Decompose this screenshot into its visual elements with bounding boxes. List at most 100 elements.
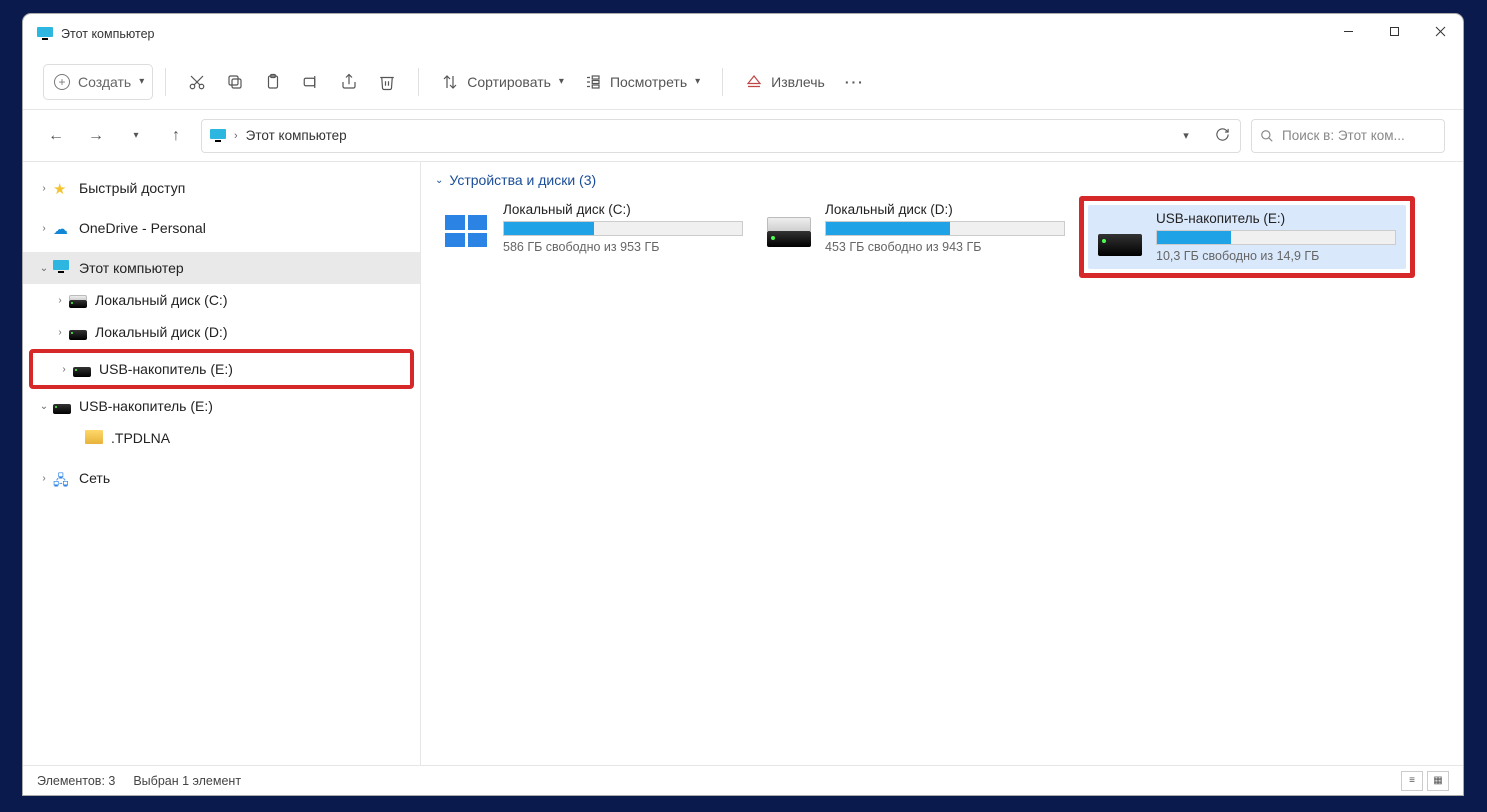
search-icon [1260, 129, 1274, 143]
chevron-down-icon: ▾ [139, 76, 144, 87]
address-bar[interactable]: › Этот компьютер ▾ [201, 119, 1241, 153]
sidebar-network[interactable]: › 🖧 Сеть [23, 462, 420, 494]
chevron-right-icon: › [35, 183, 53, 194]
drive-name: Локальный диск (D:) [825, 202, 1065, 217]
chevron-right-icon: › [35, 223, 53, 234]
sort-icon [441, 73, 459, 91]
nav-label: USB-накопитель (E:) [99, 361, 233, 377]
copy-icon [226, 73, 244, 91]
usb-drive-icon [73, 361, 91, 377]
nav-label: Локальный диск (C:) [95, 292, 228, 308]
drive-usage-bar [1156, 230, 1396, 245]
cloud-icon: ☁ [53, 220, 71, 236]
usb-drive-icon [1098, 218, 1142, 256]
chevron-right-icon: › [51, 327, 69, 338]
address-dropdown[interactable]: ▾ [1172, 129, 1200, 142]
cut-button[interactable] [178, 64, 216, 100]
details-view-button[interactable]: ≡ [1401, 771, 1423, 791]
drive-info: 586 ГБ свободно из 953 ГБ [503, 240, 743, 254]
this-pc-icon [37, 27, 53, 41]
more-icon: ··· [845, 74, 865, 90]
status-selected: Выбран 1 элемент [133, 774, 241, 788]
breadcrumb-sep: › [234, 130, 238, 142]
sidebar-this-pc[interactable]: ⌄ Этот компьютер [23, 252, 420, 284]
eject-icon [745, 73, 763, 91]
view-button[interactable]: Посмотреть ▾ [574, 64, 710, 100]
trash-icon [378, 73, 396, 91]
nav-label: Сеть [79, 470, 110, 486]
drive-item-d[interactable]: Локальный диск (D:) 453 ГБ свободно из 9… [757, 196, 1075, 260]
breadcrumb-root[interactable]: Этот компьютер [246, 128, 347, 143]
sort-button[interactable]: Сортировать ▾ [431, 64, 574, 100]
folder-icon [85, 430, 103, 446]
close-button[interactable] [1417, 14, 1463, 48]
drive-icon [69, 324, 87, 340]
maximize-button[interactable] [1371, 14, 1417, 48]
sidebar-disk-c[interactable]: › Локальный диск (C:) [23, 284, 420, 316]
group-header[interactable]: ⌄ Устройства и диски (3) [435, 172, 1449, 188]
highlight-box: USB-накопитель (E:) 10,3 ГБ свободно из … [1079, 196, 1415, 278]
view-mode-toggle: ≡ ▦ [1401, 771, 1449, 791]
up-button[interactable]: ↑ [161, 121, 191, 151]
refresh-button[interactable] [1208, 127, 1236, 145]
nav-label: .TPDLNA [111, 430, 170, 446]
drive-name: USB-накопитель (E:) [1156, 211, 1396, 226]
more-button[interactable]: ··· [835, 64, 875, 100]
eject-label: Извлечь [771, 74, 825, 90]
back-button[interactable]: ← [41, 121, 71, 151]
sidebar-onedrive[interactable]: › ☁ OneDrive - Personal [23, 212, 420, 244]
this-pc-icon [53, 260, 71, 276]
chevron-right-icon: › [35, 473, 53, 484]
history-button[interactable]: ▾ [121, 121, 151, 151]
separator [418, 68, 419, 96]
drive-usage-bar [503, 221, 743, 236]
chevron-down-icon: ⌄ [35, 263, 53, 274]
eject-button[interactable]: Извлечь [735, 64, 835, 100]
sidebar-folder-tpdlna[interactable]: .TPDLNA [23, 422, 420, 454]
this-pc-icon [210, 129, 226, 143]
view-icon [584, 73, 602, 91]
copy-button[interactable] [216, 64, 254, 100]
sidebar-disk-d[interactable]: › Локальный диск (D:) [23, 316, 420, 348]
delete-button[interactable] [368, 64, 406, 100]
clipboard-icon [264, 73, 282, 91]
nav-label: Локальный диск (D:) [95, 324, 228, 340]
drive-info: 453 ГБ свободно из 943 ГБ [825, 240, 1065, 254]
share-icon [340, 73, 358, 91]
explorer-window: Этот компьютер + Создать ▾ Сортировать ▾… [22, 13, 1464, 796]
drive-os-icon [445, 209, 489, 247]
titlebar: Этот компьютер [23, 14, 1463, 54]
rename-icon [302, 73, 320, 91]
sort-label: Сортировать [467, 74, 551, 90]
sidebar-quick-access[interactable]: › ★ Быстрый доступ [23, 172, 420, 204]
chevron-down-icon: ⌄ [35, 401, 53, 412]
drives-grid: Локальный диск (C:) 586 ГБ свободно из 9… [435, 196, 1449, 278]
drive-icon [767, 209, 811, 247]
search-input[interactable]: Поиск в: Этот ком... [1251, 119, 1445, 153]
refresh-icon [1215, 127, 1230, 142]
rename-button[interactable] [292, 64, 330, 100]
chevron-right-icon: › [51, 295, 69, 306]
sidebar: › ★ Быстрый доступ › ☁ OneDrive - Person… [23, 162, 421, 765]
nav-label: USB-накопитель (E:) [79, 398, 213, 414]
sidebar-usb-e-1[interactable]: › USB-накопитель (E:) [33, 353, 410, 385]
tiles-view-button[interactable]: ▦ [1427, 771, 1449, 791]
drive-name: Локальный диск (C:) [503, 202, 743, 217]
view-label: Посмотреть [610, 74, 687, 90]
chevron-down-icon: ⌄ [435, 175, 443, 186]
scissors-icon [188, 73, 206, 91]
sidebar-usb-e-2[interactable]: ⌄ USB-накопитель (E:) [23, 390, 420, 422]
star-icon: ★ [53, 180, 71, 196]
forward-button[interactable]: → [81, 121, 111, 151]
paste-button[interactable] [254, 64, 292, 100]
nav-label: Этот компьютер [79, 260, 184, 276]
drive-icon [69, 292, 87, 308]
status-bar: Элементов: 3 Выбран 1 элемент ≡ ▦ [23, 765, 1463, 795]
address-row: ← → ▾ ↑ › Этот компьютер ▾ Поиск в: Этот… [23, 110, 1463, 162]
minimize-button[interactable] [1325, 14, 1371, 48]
separator [165, 68, 166, 96]
drive-item-c[interactable]: Локальный диск (C:) 586 ГБ свободно из 9… [435, 196, 753, 260]
drive-item-e[interactable]: USB-накопитель (E:) 10,3 ГБ свободно из … [1088, 205, 1406, 269]
share-button[interactable] [330, 64, 368, 100]
new-button[interactable]: + Создать ▾ [43, 64, 153, 100]
